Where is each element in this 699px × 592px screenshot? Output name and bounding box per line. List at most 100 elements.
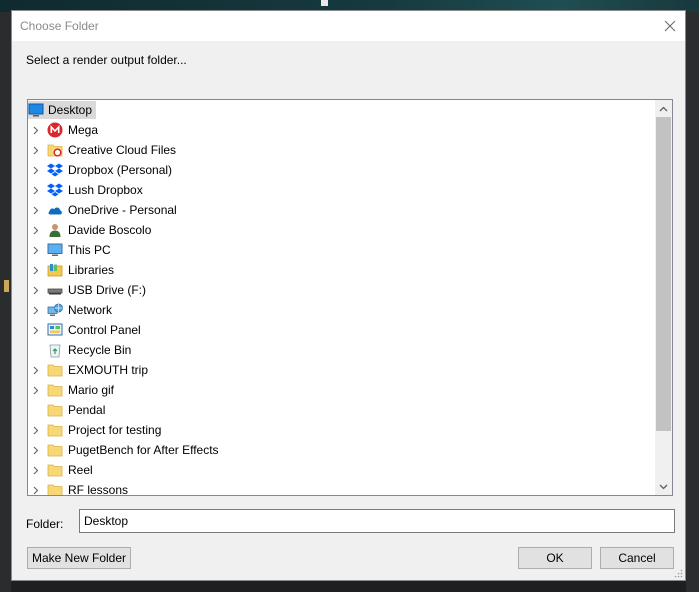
chevron-right-icon[interactable] — [31, 420, 41, 440]
tree-item-label: Mega — [68, 123, 99, 137]
folder-icon — [47, 402, 63, 418]
title-bar[interactable]: Choose Folder — [12, 11, 685, 41]
tree-item[interactable]: Davide Boscolo — [28, 220, 657, 240]
chevron-right-icon[interactable] — [31, 220, 41, 240]
tree-item[interactable]: RF lessons — [28, 480, 657, 496]
chevron-right-icon[interactable] — [31, 140, 41, 160]
folder-icon — [47, 482, 63, 495]
chevron-up-icon — [659, 106, 668, 111]
scrollbar-thumb[interactable] — [656, 117, 671, 431]
usb-drive-icon — [47, 282, 63, 298]
mega-icon — [47, 122, 63, 138]
tree-item-label: Creative Cloud Files — [68, 143, 177, 157]
tree-item[interactable]: OneDrive - Personal — [28, 200, 657, 220]
tree-item[interactable]: USB Drive (F:) — [28, 280, 657, 300]
vertical-scrollbar[interactable] — [655, 100, 672, 495]
control-panel-icon — [47, 322, 63, 338]
creative-cloud-folder-icon — [47, 142, 63, 158]
tree-item[interactable]: Dropbox (Personal) — [28, 160, 657, 180]
chevron-down-icon — [659, 484, 668, 489]
chevron-right-icon[interactable] — [31, 480, 41, 495]
computer-icon — [47, 242, 63, 258]
chevron-right-icon[interactable] — [31, 300, 41, 320]
choose-folder-dialog: Choose Folder Select a render output fol… — [11, 10, 686, 581]
tree-item-label: Network — [68, 303, 113, 317]
dropbox-icon — [47, 182, 63, 198]
onedrive-icon — [47, 202, 63, 218]
tree-item-label: OneDrive - Personal — [68, 203, 177, 217]
chevron-right-icon[interactable] — [31, 380, 41, 400]
chevron-right-icon[interactable] — [31, 320, 41, 340]
libraries-icon — [47, 262, 63, 278]
folder-tree-list: Desktop Mega Creative Cloud Files Dropbox … — [28, 100, 657, 496]
folder-label: Folder: — [26, 517, 64, 531]
user-icon — [47, 222, 63, 238]
folder-icon — [47, 382, 63, 398]
background-handle — [321, 0, 328, 6]
tree-item-label: Mario gif — [68, 383, 115, 397]
tree-item-label: Davide Boscolo — [68, 223, 152, 237]
tree-item[interactable]: Reel — [28, 460, 657, 480]
tree-item-label: Control Panel — [68, 323, 141, 337]
scroll-down-button[interactable] — [655, 478, 672, 495]
cancel-button[interactable]: Cancel — [600, 547, 674, 569]
dialog-prompt: Select a render output folder... — [26, 53, 187, 67]
tree-item[interactable]: This PC — [28, 240, 657, 260]
tree-item[interactable]: EXMOUTH trip — [28, 360, 657, 380]
network-icon — [47, 302, 63, 318]
close-button[interactable] — [655, 11, 685, 41]
tree-item[interactable]: Network — [28, 300, 657, 320]
tree-item[interactable]: Control Panel — [28, 320, 657, 340]
desktop-icon — [28, 102, 44, 118]
background-right-panel — [686, 12, 699, 592]
chevron-right-icon[interactable] — [31, 460, 41, 480]
ok-button[interactable]: OK — [518, 547, 592, 569]
tree-item[interactable]: Recycle Bin — [28, 340, 657, 360]
folder-icon — [47, 462, 63, 478]
tree-item-label: This PC — [68, 243, 111, 257]
chevron-right-icon[interactable] — [31, 440, 41, 460]
folder-path-input[interactable] — [79, 509, 675, 533]
tree-item-label: Recycle Bin — [68, 343, 132, 357]
folder-tree[interactable]: Desktop Mega Creative Cloud Files Dropbox … — [27, 99, 673, 496]
tree-item[interactable]: Libraries — [28, 260, 657, 280]
tree-item[interactable]: Mega — [28, 120, 657, 140]
tree-item-label: Pendal — [68, 403, 106, 417]
tree-item[interactable]: PugetBench for After Effects — [28, 440, 657, 460]
dialog-title: Choose Folder — [20, 19, 99, 33]
background-left-panel — [0, 12, 11, 592]
tree-item[interactable]: Project for testing — [28, 420, 657, 440]
tree-item-desktop[interactable]: Desktop — [28, 100, 657, 120]
close-icon — [664, 20, 676, 32]
chevron-right-icon[interactable] — [31, 200, 41, 220]
tree-item-label: Project for testing — [68, 423, 162, 437]
folder-icon — [47, 362, 63, 378]
chevron-right-icon[interactable] — [31, 120, 41, 140]
dropbox-icon — [47, 162, 63, 178]
tree-item[interactable]: Mario gif — [28, 380, 657, 400]
chevron-right-icon[interactable] — [31, 360, 41, 380]
tree-item-label: Desktop — [48, 103, 93, 117]
folder-icon — [47, 422, 63, 438]
chevron-right-icon[interactable] — [31, 180, 41, 200]
tree-item[interactable]: Pendal — [28, 400, 657, 420]
tree-item[interactable]: Lush Dropbox — [28, 180, 657, 200]
resize-grip-icon[interactable] — [673, 568, 683, 578]
tree-item-label: PugetBench for After Effects — [68, 443, 219, 457]
tree-item-label: Libraries — [68, 263, 115, 277]
tree-item[interactable]: Creative Cloud Files — [28, 140, 657, 160]
folder-icon — [47, 442, 63, 458]
tree-item-label: USB Drive (F:) — [68, 283, 146, 297]
scroll-up-button[interactable] — [655, 100, 672, 117]
background-marker — [4, 280, 9, 292]
chevron-right-icon[interactable] — [31, 160, 41, 180]
chevron-right-icon[interactable] — [31, 260, 41, 280]
chevron-right-icon[interactable] — [31, 240, 41, 260]
tree-item-label: Lush Dropbox — [68, 183, 143, 197]
tree-item-label: Reel — [68, 463, 93, 477]
make-new-folder-button[interactable]: Make New Folder — [27, 547, 131, 569]
chevron-right-icon[interactable] — [31, 280, 41, 300]
tree-item-label: EXMOUTH trip — [68, 363, 149, 377]
tree-item-label: RF lessons — [68, 483, 129, 496]
tree-item-label: Dropbox (Personal) — [68, 163, 173, 177]
